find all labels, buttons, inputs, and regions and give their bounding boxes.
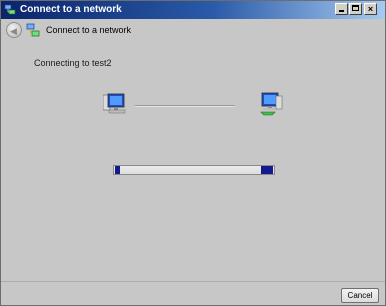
back-arrow-icon: ◀ — [10, 26, 17, 36]
connect-dialog-window: Connect to a network × ◀ Connect to a ne… — [0, 0, 386, 306]
connection-line — [135, 105, 235, 107]
close-icon: × — [367, 4, 374, 14]
cancel-button[interactable]: Cancel — [341, 288, 379, 303]
progress-marquee-segment — [261, 166, 273, 174]
title-bar[interactable]: Connect to a network × — [1, 1, 385, 19]
window-title: Connect to a network — [20, 4, 122, 15]
maximize-icon — [352, 5, 359, 11]
close-button[interactable]: × — [364, 3, 377, 15]
network-icon — [4, 4, 16, 15]
back-button[interactable]: ◀ — [6, 22, 22, 38]
navigation-bar: ◀ Connect to a network — [1, 19, 385, 41]
progress-marquee-segment — [115, 166, 120, 174]
dialog-footer: Cancel — [1, 281, 385, 306]
minimize-icon — [339, 10, 344, 12]
main-content: Connecting to test2 — [1, 41, 385, 281]
maximize-button[interactable] — [349, 3, 362, 15]
connection-progress-bar — [113, 165, 275, 175]
network-computer-icon — [260, 92, 283, 116]
network-icon — [26, 23, 40, 37]
connection-status-text: Connecting to test2 — [34, 58, 112, 68]
computer-icon — [103, 93, 126, 114]
page-title: Connect to a network — [46, 25, 132, 35]
minimize-button[interactable] — [335, 3, 348, 15]
